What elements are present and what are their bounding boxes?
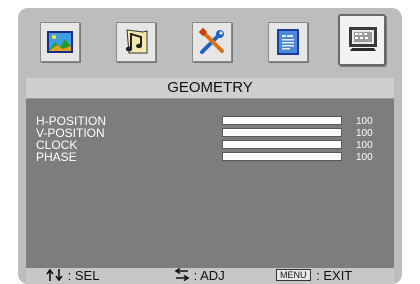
- left-right-arrows-icon: [174, 267, 190, 282]
- menu-item-v-position[interactable]: V-POSITION 100: [26, 127, 394, 139]
- clock-slider[interactable]: [222, 140, 342, 149]
- music-note-icon: [125, 29, 148, 54]
- osd-menu: GEOMETRY H-POSITION 100 V-POSITION 100 C…: [18, 8, 402, 284]
- geometry-panel: GEOMETRY H-POSITION 100 V-POSITION 100 C…: [26, 78, 394, 284]
- tab-tools[interactable]: [192, 22, 232, 62]
- select-hint: : SEL: [46, 268, 99, 284]
- tab-picture[interactable]: [40, 22, 80, 62]
- exit-hint-label: : EXIT: [316, 268, 353, 283]
- menu-item-label: PHASE: [36, 150, 77, 164]
- adjust-hint: : ADJ: [174, 267, 225, 284]
- document-icon: [277, 29, 299, 55]
- tab-geometry[interactable]: [338, 14, 386, 66]
- menu-item-clock[interactable]: CLOCK 100: [26, 139, 394, 151]
- h-position-slider[interactable]: [222, 116, 342, 125]
- menu-item-phase[interactable]: PHASE 100: [26, 151, 394, 163]
- up-down-arrows-icon: [46, 268, 63, 282]
- menu-tab-bar: [18, 8, 402, 78]
- exit-hint: MENU : EXIT: [276, 268, 352, 284]
- monitor-icon: [349, 27, 377, 51]
- tab-audio[interactable]: [116, 22, 156, 62]
- tab-information[interactable]: [268, 22, 308, 62]
- phase-value: 100: [356, 152, 373, 163]
- adjust-hint-label: : ADJ: [193, 268, 225, 283]
- h-position-value: 100: [356, 116, 373, 127]
- menu-key: MENU: [276, 269, 311, 281]
- clock-value: 100: [356, 140, 373, 151]
- landscape-picture-icon: [47, 31, 73, 53]
- key-hint-bar: : SEL : ADJ MENU : EXIT: [26, 267, 394, 284]
- panel-title: GEOMETRY: [26, 78, 394, 99]
- select-hint-label: : SEL: [67, 268, 100, 283]
- screwdriver-wrench-icon: [198, 27, 224, 54]
- v-position-slider[interactable]: [222, 128, 342, 137]
- v-position-value: 100: [356, 128, 373, 139]
- phase-slider[interactable]: [222, 152, 342, 161]
